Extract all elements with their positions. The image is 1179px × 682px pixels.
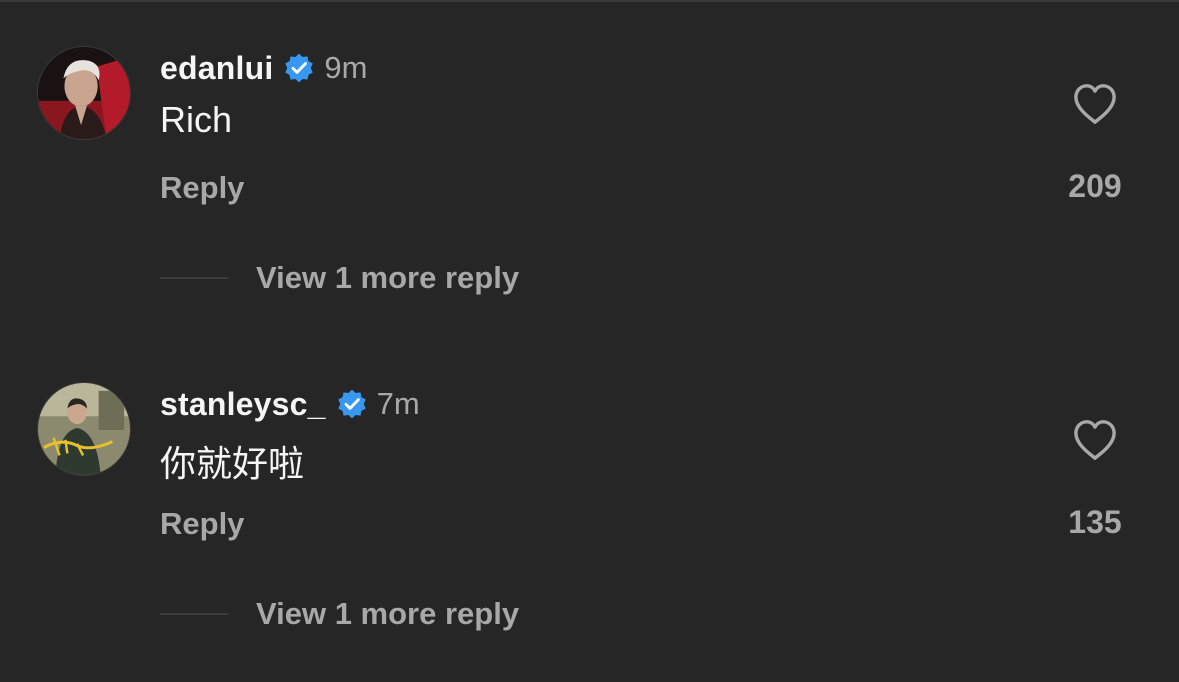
comment-text: Rich [160,99,233,140]
top-divider [0,0,1179,2]
verified-badge-icon [336,388,368,420]
view-more-replies-label: View 1 more reply [256,260,520,295]
heart-icon [1072,418,1118,462]
heart-icon [1072,82,1118,126]
like-count: 135 [1068,504,1122,540]
comment-header: stanleysc_ 7m [160,382,420,426]
username[interactable]: edanlui [160,50,273,87]
like-button[interactable]: 209 [1050,82,1140,208]
comment-time: 9m [324,50,368,85]
like-count: 209 [1068,168,1122,204]
view-more-replies-button[interactable]: View 1 more reply [160,594,519,634]
comment-text: 你就好啦 [160,443,305,484]
view-more-replies-label: View 1 more reply [256,596,520,631]
comment-item: edanlui 9m Rich Reply View 1 more reply … [0,46,1179,346]
avatar[interactable] [37,382,131,476]
avatar-photo-icon [38,383,130,475]
reply-button[interactable]: Reply [160,506,244,542]
like-button[interactable]: 135 [1050,418,1140,544]
avatar[interactable] [37,46,131,140]
thread-line [160,613,228,615]
comment-time: 7m [376,386,420,421]
username[interactable]: stanleysc_ [160,386,326,423]
view-more-replies-button[interactable]: View 1 more reply [160,258,519,298]
thread-line [160,277,228,279]
verified-badge-icon [283,52,315,84]
reply-button[interactable]: Reply [160,170,244,206]
comment-item: stanleysc_ 7m 你就好啦 Reply View 1 more rep… [0,382,1179,682]
avatar-photo-icon [38,47,130,139]
comment-header: edanlui 9m [160,46,368,90]
